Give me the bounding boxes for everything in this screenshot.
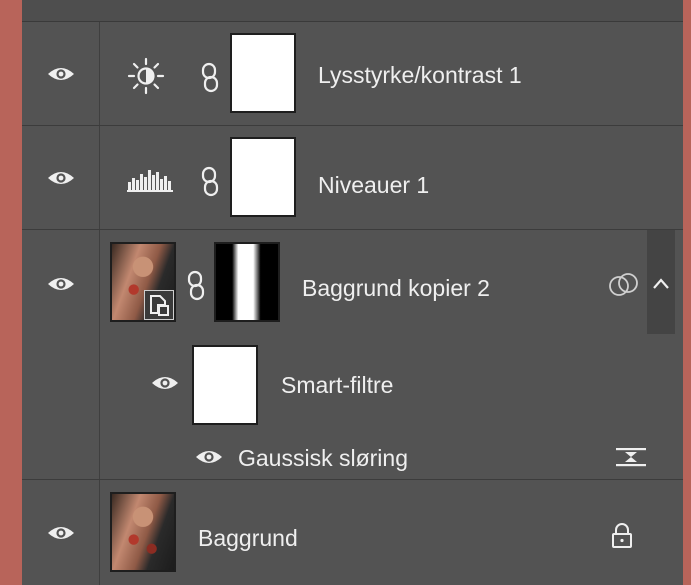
filter-visibility-eye-icon[interactable] — [194, 448, 224, 466]
layer-row-brightness-contrast[interactable]: Lysstyrke/kontrast 1 — [22, 22, 683, 126]
chain-link-icon[interactable] — [198, 166, 222, 198]
layer-thumbnail[interactable] — [110, 242, 176, 322]
visibility-eye-icon[interactable] — [46, 275, 76, 293]
filter-name[interactable]: Gaussisk sløring — [238, 445, 408, 472]
layer-mask-thumbnail[interactable] — [230, 33, 296, 113]
layer-row-levels[interactable]: Niveauer 1 — [22, 126, 683, 230]
filter-blending-options-icon[interactable] — [614, 444, 648, 470]
collapse-toggle[interactable] — [647, 230, 675, 334]
layer-mask-thumbnail[interactable] — [214, 242, 280, 322]
sun-icon — [126, 56, 166, 96]
smart-filters-visibility-eye-icon[interactable] — [150, 374, 180, 392]
visibility-eye-icon[interactable] — [46, 169, 76, 187]
layer-row-smart-object[interactable]: Baggrund kopier 2 Smart-filtre Gaussisk … — [22, 230, 683, 480]
layer-name[interactable]: Lysstyrke/kontrast 1 — [318, 62, 522, 89]
layer-row-background[interactable]: Baggrund — [22, 480, 683, 585]
layer-mask-thumbnail[interactable] — [230, 137, 296, 217]
chain-link-icon[interactable] — [198, 62, 222, 94]
chain-link-icon[interactable] — [184, 270, 208, 302]
visibility-eye-icon[interactable] — [46, 65, 76, 83]
smart-filters-label[interactable]: Smart-filtre — [281, 372, 393, 399]
layer-thumbnail[interactable] — [110, 492, 176, 572]
panel-top-strip — [22, 0, 683, 22]
smart-filter-blend-icon[interactable] — [606, 272, 642, 298]
visibility-eye-icon[interactable] — [46, 524, 76, 542]
layer-name[interactable]: Baggrund kopier 2 — [302, 275, 490, 302]
lock-icon[interactable] — [610, 522, 634, 550]
histogram-icon — [126, 166, 174, 192]
layers-panel: Lysstyrke/kontrast 1 Niveauer 1 Baggrund… — [22, 0, 683, 585]
visibility-column — [22, 230, 100, 479]
layer-name[interactable]: Baggrund — [198, 525, 298, 552]
smart-filters-mask-thumbnail[interactable] — [192, 345, 258, 425]
smart-object-badge-icon — [144, 290, 174, 320]
layer-name[interactable]: Niveauer 1 — [318, 172, 429, 199]
